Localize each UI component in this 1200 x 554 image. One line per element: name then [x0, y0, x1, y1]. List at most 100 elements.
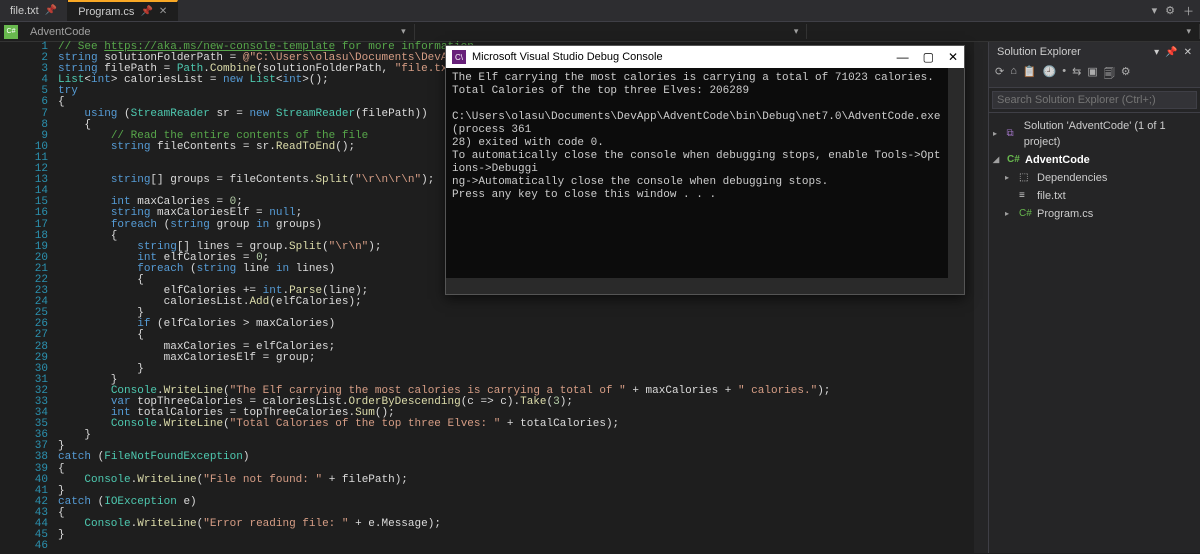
console-scrollbar-vertical[interactable] — [948, 68, 964, 278]
window-buttons: — ▢ ✕ — [897, 50, 958, 64]
tree-item-label: Solution 'AdventCode' (1 of 1 project) — [1024, 118, 1196, 150]
expand-icon[interactable]: ▸ — [1005, 206, 1015, 222]
toolbar-icon[interactable]: ⚙ — [1121, 65, 1131, 84]
close-icon[interactable]: ✕ — [159, 6, 167, 17]
line-number: 38 — [18, 452, 48, 463]
toolbar-icon[interactable]: 🕘 — [1043, 65, 1057, 84]
tree-item[interactable]: ◢C#AdventCode — [991, 151, 1198, 169]
margin-glyph — [0, 88, 18, 99]
toolbar-icon[interactable]: ▣ — [1087, 65, 1097, 84]
margin-glyph — [0, 288, 18, 299]
code-line[interactable]: catch (IOException e) — [58, 497, 974, 508]
margin-glyph — [0, 332, 18, 343]
pin-icon[interactable]: 📌 — [45, 5, 57, 16]
code-line[interactable]: Console.WriteLine("File not found: " + f… — [58, 475, 974, 486]
expand-icon[interactable]: ▸ — [1005, 170, 1015, 186]
panel-window-controls: ▾ 📌 ✕ — [1154, 47, 1192, 58]
toolbar-icon[interactable]: ⌂ — [1010, 65, 1017, 84]
breadcrumb-member[interactable]: ▾ — [807, 24, 1200, 39]
close-icon[interactable]: ✕ — [948, 50, 958, 64]
chevron-down-icon: ▾ — [794, 26, 799, 37]
tab-program-cs[interactable]: Program.cs 📌 ✕ — [68, 0, 178, 21]
margin-glyph — [0, 521, 18, 532]
code-line[interactable] — [58, 541, 974, 552]
margin-glyph — [0, 255, 18, 266]
margin-glyph — [0, 44, 18, 55]
pin-icon[interactable]: 📌 — [140, 6, 152, 17]
tree-item-label: Dependencies — [1037, 170, 1107, 186]
code-line[interactable]: } — [58, 430, 974, 441]
pin-icon[interactable]: 📌 — [1165, 47, 1177, 58]
add-tab-icon[interactable]: ＋ — [1183, 3, 1194, 19]
breadcrumb-label: AdventCode — [30, 26, 91, 38]
margin-glyph — [0, 466, 18, 477]
margin-glyph — [0, 543, 18, 554]
gear-icon[interactable]: ⚙ — [1165, 4, 1175, 17]
line-numbers: 1234567891011121314151617181920212223242… — [18, 42, 56, 553]
margin-glyph — [0, 299, 18, 310]
minimize-icon[interactable]: — — [897, 50, 909, 64]
close-icon[interactable]: ✕ — [1184, 47, 1192, 58]
expand-icon[interactable]: ▸ — [993, 126, 1002, 142]
csproj-icon: C# — [1007, 152, 1021, 168]
toolbar-icon[interactable]: ⇆ — [1072, 65, 1081, 84]
breadcrumb-type[interactable]: ▾ — [415, 24, 808, 39]
breadcrumb-project[interactable]: AdventCode ▾ — [22, 24, 415, 40]
margin-glyph — [0, 66, 18, 77]
margin-glyph — [0, 266, 18, 277]
margin-glyph — [0, 477, 18, 488]
code-line[interactable]: catch (FileNotFoundException) — [58, 452, 974, 463]
margin-glyph — [0, 166, 18, 177]
expand-icon[interactable]: ◢ — [993, 152, 1003, 168]
panel-dropdown-icon[interactable]: ▾ — [1154, 47, 1159, 58]
line-number: 16 — [18, 208, 48, 219]
chevron-down-icon: ▾ — [1186, 26, 1191, 37]
code-line[interactable]: } — [58, 530, 974, 541]
code-line[interactable]: Console.WriteLine("Error reading file: "… — [58, 519, 974, 530]
line-number: 7 — [18, 109, 48, 120]
search-input[interactable] — [992, 91, 1197, 109]
editor-scrollbar[interactable] — [974, 42, 988, 553]
toolbar-icon[interactable]: 📋 — [1023, 65, 1037, 84]
maximize-icon[interactable]: ▢ — [923, 50, 934, 64]
debug-console-window[interactable]: C\ Microsoft Visual Studio Debug Console… — [445, 45, 965, 295]
margin-glyph — [0, 199, 18, 210]
toolbar-icon[interactable]: • — [1062, 65, 1066, 84]
solution-toolbar: ⟳ ⌂ 📋 🕘 • ⇆ ▣ 🗐 ⚙ — [989, 62, 1200, 88]
margin-glyph — [0, 355, 18, 366]
margin-glyph — [0, 377, 18, 388]
tab-file-txt[interactable]: file.txt 📌 — [0, 0, 68, 21]
margin-glyph — [0, 177, 18, 188]
line-number: 27 — [18, 330, 48, 341]
code-line[interactable]: caloriesList.Add(elfCalories); — [58, 297, 974, 308]
panel-title: Solution Explorer — [997, 46, 1081, 58]
breadcrumb: C# AdventCode ▾ ▾ ▾ — [0, 22, 1200, 42]
margin-glyph — [0, 210, 18, 221]
tree-item[interactable]: ▸C#Program.cs — [991, 205, 1198, 223]
solution-explorer-title: Solution Explorer ▾ 📌 ✕ — [989, 42, 1200, 62]
margin-glyph — [0, 499, 18, 510]
margin-glyph — [0, 144, 18, 155]
debug-console-output[interactable]: The Elf carrying the most calories is ca… — [446, 68, 948, 278]
toolbar-icon[interactable]: 🗐 — [1104, 65, 1115, 84]
chevron-down-icon: ▾ — [401, 26, 406, 37]
vs-icon: C\ — [452, 50, 466, 64]
code-line[interactable]: Console.WriteLine("Total Calories of the… — [58, 419, 974, 430]
sln-icon: ⧉ — [1006, 126, 1019, 142]
tree-item[interactable]: ▸⧉ Solution 'AdventCode' (1 of 1 project) — [991, 117, 1198, 151]
tab-dropdown-icon[interactable]: ▾ — [1152, 4, 1158, 17]
margin-glyph — [0, 443, 18, 454]
txt-icon: ≡ — [1019, 188, 1033, 204]
tree-item[interactable]: ▸⬚Dependencies — [991, 169, 1198, 187]
margin-glyph — [0, 310, 18, 321]
toolbar-icon[interactable]: ⟳ — [995, 65, 1004, 84]
code-line[interactable]: maxCaloriesElf = group; — [58, 353, 974, 364]
margin-glyph — [0, 55, 18, 66]
code-line[interactable]: } — [58, 364, 974, 375]
debug-console-titlebar[interactable]: C\ Microsoft Visual Studio Debug Console… — [446, 46, 964, 68]
line-number: 6 — [18, 97, 48, 108]
tree-item[interactable]: ≡file.txt — [991, 187, 1198, 205]
console-scrollbar-horizontal[interactable] — [446, 278, 964, 294]
code-line[interactable]: if (elfCalories > maxCalories) — [58, 319, 974, 330]
solution-tree: ▸⧉Solution 'AdventCode' (1 of 1 project)… — [989, 113, 1200, 553]
